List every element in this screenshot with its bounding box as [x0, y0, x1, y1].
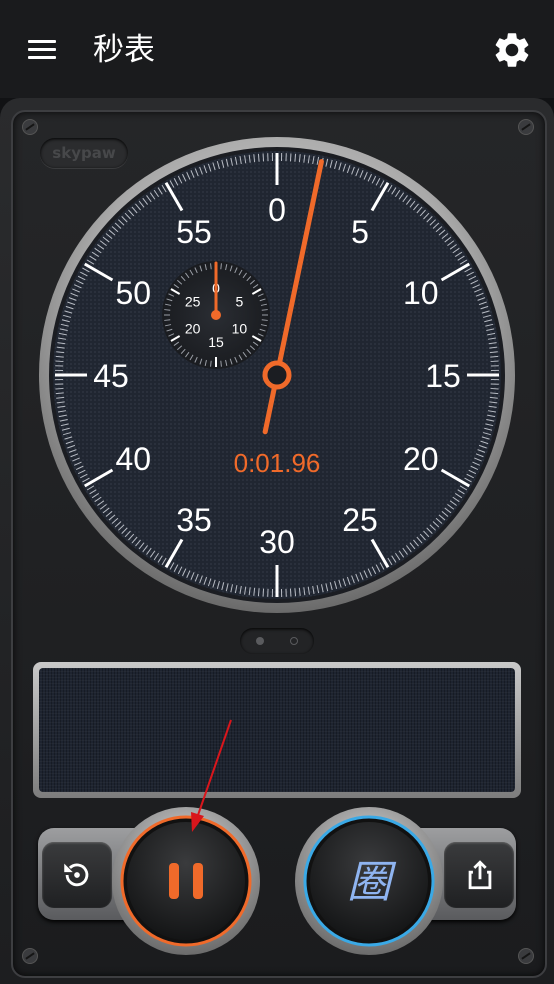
pause-button-face [127, 822, 245, 940]
gear-icon[interactable] [491, 29, 533, 71]
sub-dial-tick [261, 319, 268, 321]
screw [22, 119, 38, 135]
pause-button[interactable] [111, 806, 261, 956]
minor-tick [294, 588, 297, 597]
sub-dial-label: 10 [232, 321, 248, 337]
page-dot-2[interactable] [290, 637, 298, 645]
sub-dial-hub [211, 310, 221, 320]
dial-label: 50 [115, 275, 151, 311]
minor-tick [490, 387, 499, 390]
sub-dial-tick [261, 309, 268, 311]
dial-label: 35 [176, 502, 212, 538]
dial-label: 5 [351, 214, 369, 250]
minor-tick [55, 392, 64, 395]
share-button[interactable] [444, 842, 514, 908]
screw [518, 119, 534, 135]
minor-tick [257, 153, 260, 162]
sub-dial-tick [164, 319, 171, 321]
sub-dial-tick [220, 360, 222, 367]
minor-tick [289, 153, 292, 162]
sub-dial-tick [220, 263, 222, 270]
minor-tick [289, 588, 292, 597]
dial-label: 30 [259, 524, 295, 560]
sub-dial-label: 20 [185, 321, 201, 337]
page-title: 秒表 [93, 32, 155, 68]
dial-label: 15 [425, 358, 461, 394]
lap-list-panel [33, 662, 521, 798]
dial-label: 20 [403, 441, 439, 477]
screw [22, 948, 38, 964]
page-indicator [240, 628, 314, 654]
minor-tick [490, 392, 499, 395]
minor-tick [294, 153, 297, 162]
sub-dial-tick [164, 309, 171, 311]
minor-tick [490, 360, 499, 363]
minor-tick [262, 153, 265, 162]
minor-tick [490, 355, 499, 358]
dial-label: 40 [115, 441, 151, 477]
page-dot-1[interactable] [256, 637, 264, 645]
sub-dial-label: 25 [185, 294, 201, 310]
stopwatch-dial: 0510152025303540455055 0510152025 0:01.9… [39, 137, 515, 613]
sub-dial-tick [210, 360, 212, 367]
center-hub [262, 360, 292, 390]
dial-label: 45 [93, 358, 129, 394]
reset-history-icon [64, 863, 89, 887]
minor-tick [55, 387, 64, 390]
minor-tick [55, 355, 64, 358]
lap-button-label: 圈 [347, 857, 397, 908]
minor-tick [257, 588, 260, 597]
minute-sub-dial: 0510152025 [162, 261, 270, 369]
reset-button[interactable] [42, 842, 112, 908]
share-icon [468, 860, 492, 890]
dial-label: 55 [176, 214, 212, 250]
minor-tick [262, 588, 265, 597]
app-bar: 秒表 [0, 0, 554, 98]
sub-dial-tick [210, 263, 212, 270]
screw [518, 948, 534, 964]
lap-list[interactable] [39, 668, 515, 792]
sub-dial-label: 5 [235, 294, 243, 310]
minor-tick [55, 360, 64, 363]
lap-button[interactable]: 圈 [294, 806, 444, 956]
elapsed-time-display: 0:01.96 [234, 448, 321, 478]
dial-label: 25 [342, 502, 378, 538]
sub-dial-label: 15 [208, 334, 224, 350]
dial-label: 0 [268, 192, 286, 228]
hamburger-menu-icon[interactable] [28, 38, 58, 62]
dial-label: 10 [403, 275, 439, 311]
